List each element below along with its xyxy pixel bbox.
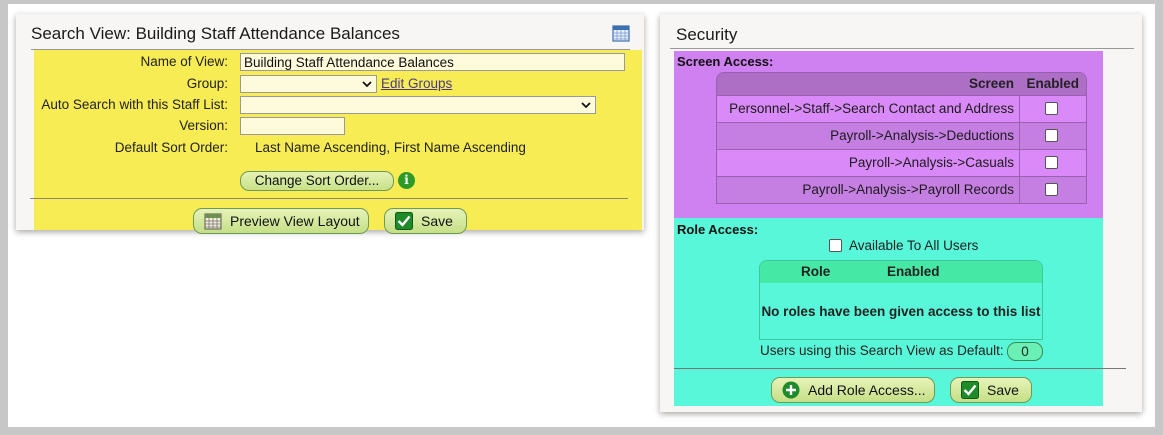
enabled-checkbox[interactable] — [1045, 129, 1058, 142]
screen-name: Payroll->Analysis->Deductions — [830, 128, 1014, 143]
name-label: Name of View: — [140, 54, 228, 69]
preview-button-label: Preview View Layout — [230, 213, 360, 229]
role-access-section: Role Access: Available To All Users Role… — [674, 218, 1126, 406]
column-separator — [1019, 177, 1020, 203]
chevron-down-icon — [581, 102, 591, 109]
column-separator — [1019, 96, 1020, 122]
search-view-panel: Search View: Building Staff Attendance B… — [16, 14, 644, 234]
security-panel: Security Screen Access: Screen Enabled P… — [660, 14, 1142, 412]
default-users-count[interactable]: 0 — [1007, 342, 1043, 361]
add-role-button-label: Add Role Access... — [808, 382, 926, 398]
enabled-checkbox[interactable] — [1045, 102, 1058, 115]
calendar-icon — [204, 213, 222, 230]
screen-column-header: Screen — [968, 76, 1014, 91]
role-access-label: Role Access: — [677, 222, 759, 237]
checkmark-icon — [961, 381, 979, 399]
table-row: Personnel->Staff->Search Contact and Add… — [717, 95, 1086, 122]
frame-border-bottom — [0, 427, 1163, 435]
frame-border-top — [0, 0, 1163, 4]
enabled-column-header: Enabled — [1026, 76, 1079, 91]
table-row: Payroll->Analysis->Payroll Records — [717, 176, 1086, 203]
security-save-button[interactable]: Save — [950, 377, 1032, 403]
chevron-down-icon — [362, 81, 372, 88]
preview-view-layout-button[interactable]: Preview View Layout — [193, 208, 369, 234]
frame-border-right — [1155, 0, 1163, 435]
role-divider — [674, 368, 1126, 369]
frame-border-left — [0, 0, 8, 435]
column-separator — [1019, 123, 1020, 149]
add-role-access-button[interactable]: Add Role Access... — [771, 377, 935, 403]
security-title: Security — [676, 25, 738, 44]
table-header: Screen Enabled — [717, 73, 1086, 95]
edit-groups-link[interactable]: Edit Groups — [381, 74, 452, 94]
screen-access-label: Screen Access: — [677, 54, 774, 69]
search-view-form: Name of View: Group: Edit Groups Auto Se… — [30, 50, 642, 234]
sort-row: Default Sort Order: Last Name Ascending,… — [34, 138, 642, 158]
version-label: Version: — [179, 118, 228, 133]
version-input[interactable] — [240, 117, 345, 135]
calendar-icon[interactable] — [612, 24, 630, 42]
info-icon[interactable]: i — [398, 172, 415, 189]
column-separator — [1019, 150, 1020, 176]
version-row: Version: — [34, 116, 642, 136]
save-button[interactable]: Save — [384, 208, 467, 234]
form-divider — [30, 198, 628, 199]
screen-name: Payroll->Analysis->Payroll Records — [802, 182, 1014, 197]
table-header: Role Enabled — [760, 261, 1042, 283]
screen-access-table: Screen Enabled Personnel->Staff->Search … — [716, 72, 1087, 204]
enabled-column-header: Enabled — [887, 264, 940, 279]
save-button-label: Save — [421, 213, 453, 229]
role-column-header: Role — [801, 264, 831, 279]
name-row: Name of View: — [34, 52, 642, 72]
sort-value: Last Name Ascending, First Name Ascendin… — [255, 140, 526, 155]
plus-circle-icon — [782, 381, 800, 399]
security-save-button-label: Save — [987, 382, 1019, 398]
auto-search-row: Auto Search with this Staff List: — [34, 95, 642, 115]
no-roles-message: No roles have been given access to this … — [761, 304, 1041, 319]
role-access-table: Role Enabled No roles have been given ac… — [759, 260, 1043, 340]
group-row: Group: Edit Groups — [34, 74, 642, 94]
group-select[interactable] — [240, 75, 377, 93]
enabled-checkbox[interactable] — [1045, 183, 1058, 196]
available-to-all-checkbox[interactable] — [829, 239, 842, 252]
table-row: Payroll->Analysis->Deductions — [717, 122, 1086, 149]
search-view-title: Search View: Building Staff Attendance B… — [31, 24, 400, 43]
group-label: Group: — [186, 76, 228, 91]
screen-name: Personnel->Staff->Search Contact and Add… — [729, 101, 1014, 116]
auto-search-select[interactable] — [240, 96, 596, 114]
screen-name: Payroll->Analysis->Casuals — [848, 155, 1014, 170]
sort-label: Default Sort Order: — [114, 140, 228, 155]
default-users-label: Users using this Search View as Default: — [760, 343, 1004, 358]
title-divider — [670, 48, 1134, 49]
name-of-view-input[interactable] — [240, 53, 625, 71]
screen-access-section: Screen Access: Screen Enabled Personnel-… — [674, 51, 1103, 218]
enabled-checkbox[interactable] — [1045, 156, 1058, 169]
change-sort-order-button[interactable]: Change Sort Order... — [240, 171, 394, 191]
available-to-all-label: Available To All Users — [849, 238, 979, 253]
checkmark-icon — [395, 212, 413, 230]
auto-search-label: Auto Search with this Staff List: — [41, 97, 228, 112]
table-row: Payroll->Analysis->Casuals — [717, 149, 1086, 176]
